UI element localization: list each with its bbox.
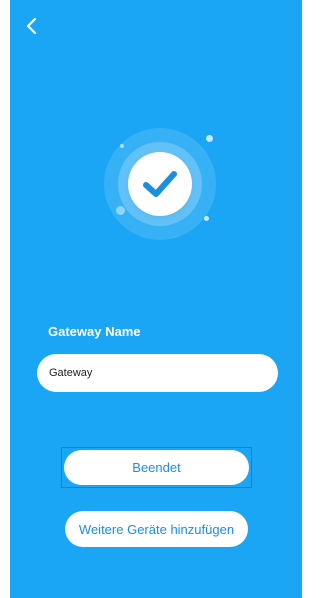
chevron-left-icon bbox=[26, 17, 37, 35]
decor-dot bbox=[116, 206, 125, 215]
gateway-name-label: Gateway Name bbox=[48, 324, 141, 339]
add-more-devices-button[interactable]: Weitere Geräte hinzufügen bbox=[65, 511, 248, 547]
checkmark-icon bbox=[143, 171, 177, 197]
decor-dot bbox=[204, 216, 209, 221]
gateway-success-screen: Gateway Name Beendet Weitere Geräte hinz… bbox=[10, 0, 302, 598]
gateway-name-input[interactable] bbox=[37, 354, 278, 392]
back-button[interactable] bbox=[22, 14, 42, 38]
success-illustration bbox=[90, 120, 230, 250]
decor-dot bbox=[120, 144, 124, 148]
done-button[interactable]: Beendet bbox=[64, 450, 249, 485]
success-badge bbox=[128, 152, 192, 216]
decor-dot bbox=[206, 135, 213, 142]
